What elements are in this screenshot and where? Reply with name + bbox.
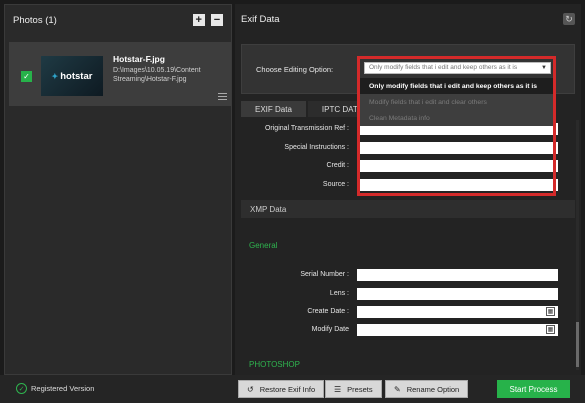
hotstar-star-icon: ✦	[51, 71, 59, 81]
general-section-header: General	[249, 241, 278, 250]
calendar-icon[interactable]: ▦	[546, 307, 555, 316]
editing-option-label: Choose Editing Option:	[256, 65, 334, 74]
exif-title: Exif Data	[241, 13, 280, 25]
check-circle-icon: ✓	[16, 383, 27, 394]
option-keep-others[interactable]: Only modify fields that i edit and keep …	[360, 78, 553, 94]
photo-filename: Hotstar-F.jpg	[113, 54, 165, 64]
photoshop-section-header: PHOTOSHOP	[249, 360, 300, 369]
photos-header: Photos (1) + −	[5, 5, 231, 35]
xmp-section-header[interactable]: XMP Data	[241, 200, 575, 218]
modify-date-input[interactable]: ▦	[357, 324, 558, 336]
photos-title: Photos (1)	[13, 14, 57, 26]
restore-icon: ↺	[247, 384, 254, 394]
remove-photo-button[interactable]: −	[211, 14, 223, 26]
field-row-serial-number: Serial Number :	[241, 269, 575, 283]
rename-label: Rename Option	[406, 384, 460, 394]
photo-path: D:\Images\10.05.19\Content Streaming\Hot…	[113, 67, 201, 83]
photo-checkbox[interactable]: ✓	[21, 71, 32, 82]
bottom-toolbar: ✓ Registered Version ↺ Restore Exif Info…	[0, 375, 585, 403]
presets-button[interactable]: ☰ Presets	[325, 380, 382, 398]
restore-label: Restore Exif Info	[259, 384, 316, 394]
photos-actions: + −	[189, 14, 223, 26]
presets-label: Presets	[347, 384, 373, 394]
field-label: Serial Number :	[300, 271, 349, 278]
dropdown-options: Only modify fields that i edit and keep …	[360, 78, 553, 126]
thumbnail-logo-text: hotstar	[60, 70, 93, 82]
create-date-input[interactable]: ▦	[357, 306, 558, 318]
photo-menu-icon[interactable]	[218, 91, 227, 100]
field-row-create-date: Create Date : ▦	[241, 306, 575, 320]
restore-exif-button[interactable]: ↺ Restore Exif Info	[238, 380, 325, 398]
exif-header: Exif Data ↻	[235, 4, 581, 34]
pencil-icon: ✎	[394, 384, 401, 394]
photos-panel: Photos (1) + − ✓ ✦ hotstar Hotstar-F.jpg…	[4, 4, 232, 375]
lens-input[interactable]	[357, 288, 558, 300]
tab-exif-data[interactable]: EXIF Data	[241, 101, 306, 117]
serial-number-input[interactable]	[357, 269, 558, 281]
field-label: Create Date :	[307, 308, 349, 315]
selected-option-text: Only modify fields that i edit and keep …	[369, 64, 518, 71]
registered-label: Registered Version	[31, 384, 95, 393]
field-row-lens: Lens :	[241, 288, 575, 302]
field-row-modify-date: Modify Date ▦	[241, 324, 575, 338]
rename-option-button[interactable]: ✎ Rename Option	[385, 380, 469, 398]
option-clear-others[interactable]: Modify fields that i edit and clear othe…	[360, 94, 553, 110]
chevron-down-icon: ▼	[541, 65, 547, 71]
field-label: Credit :	[326, 162, 349, 169]
editing-option-select[interactable]: Only modify fields that i edit and keep …	[364, 62, 551, 74]
photo-thumbnail: ✦ hotstar	[41, 56, 103, 96]
editing-option-dropdown: Only modify fields that i edit and keep …	[357, 56, 556, 196]
field-label: Original Transmission Ref :	[264, 125, 349, 132]
field-label: Source :	[322, 181, 349, 188]
option-clean-metadata[interactable]: Clean Metadata info	[360, 110, 553, 126]
field-label: Special Instructions :	[284, 144, 349, 151]
add-photo-button[interactable]: +	[192, 14, 205, 26]
scrollbar-thumb[interactable]	[576, 322, 579, 367]
calendar-icon[interactable]: ▦	[546, 325, 555, 334]
start-process-button[interactable]: Start Process	[497, 380, 570, 398]
refresh-icon[interactable]: ↻	[563, 13, 575, 25]
sliders-icon: ☰	[334, 384, 342, 394]
field-label: Modify Date	[311, 326, 349, 333]
registered-status: ✓ Registered Version	[16, 383, 94, 394]
field-label: Lens :	[329, 290, 349, 297]
photo-list-item[interactable]: ✓ ✦ hotstar Hotstar-F.jpg D:\Images\10.0…	[9, 42, 231, 106]
